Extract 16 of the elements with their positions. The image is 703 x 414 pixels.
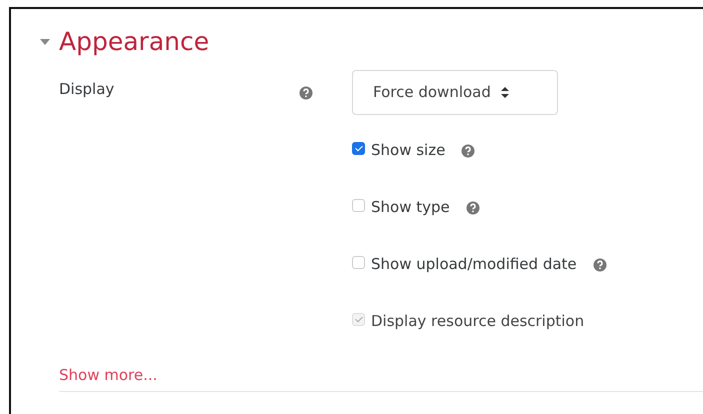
checkbox-label[interactable]: Show type <box>371 196 450 218</box>
field-label: Display <box>59 79 116 100</box>
checkbox[interactable] <box>352 142 365 154</box>
display-select[interactable]: Force download <box>352 70 558 114</box>
checkbox-label[interactable]: Show size <box>371 138 446 161</box>
help-icon[interactable] <box>299 86 313 100</box>
checkbox[interactable] <box>352 256 365 268</box>
collapse-caret-icon[interactable] <box>39 38 51 46</box>
help-icon[interactable] <box>592 258 607 272</box>
help-icon[interactable] <box>466 200 480 214</box>
checkbox[interactable] <box>352 198 365 212</box>
checkbox-label[interactable]: Show upload/modified date <box>371 252 577 275</box>
help-icon[interactable] <box>461 144 476 158</box>
section-title[interactable]: Appearance <box>59 29 210 54</box>
sort-arrows-icon <box>500 86 509 98</box>
show-more-link[interactable]: Show more... <box>59 366 158 384</box>
